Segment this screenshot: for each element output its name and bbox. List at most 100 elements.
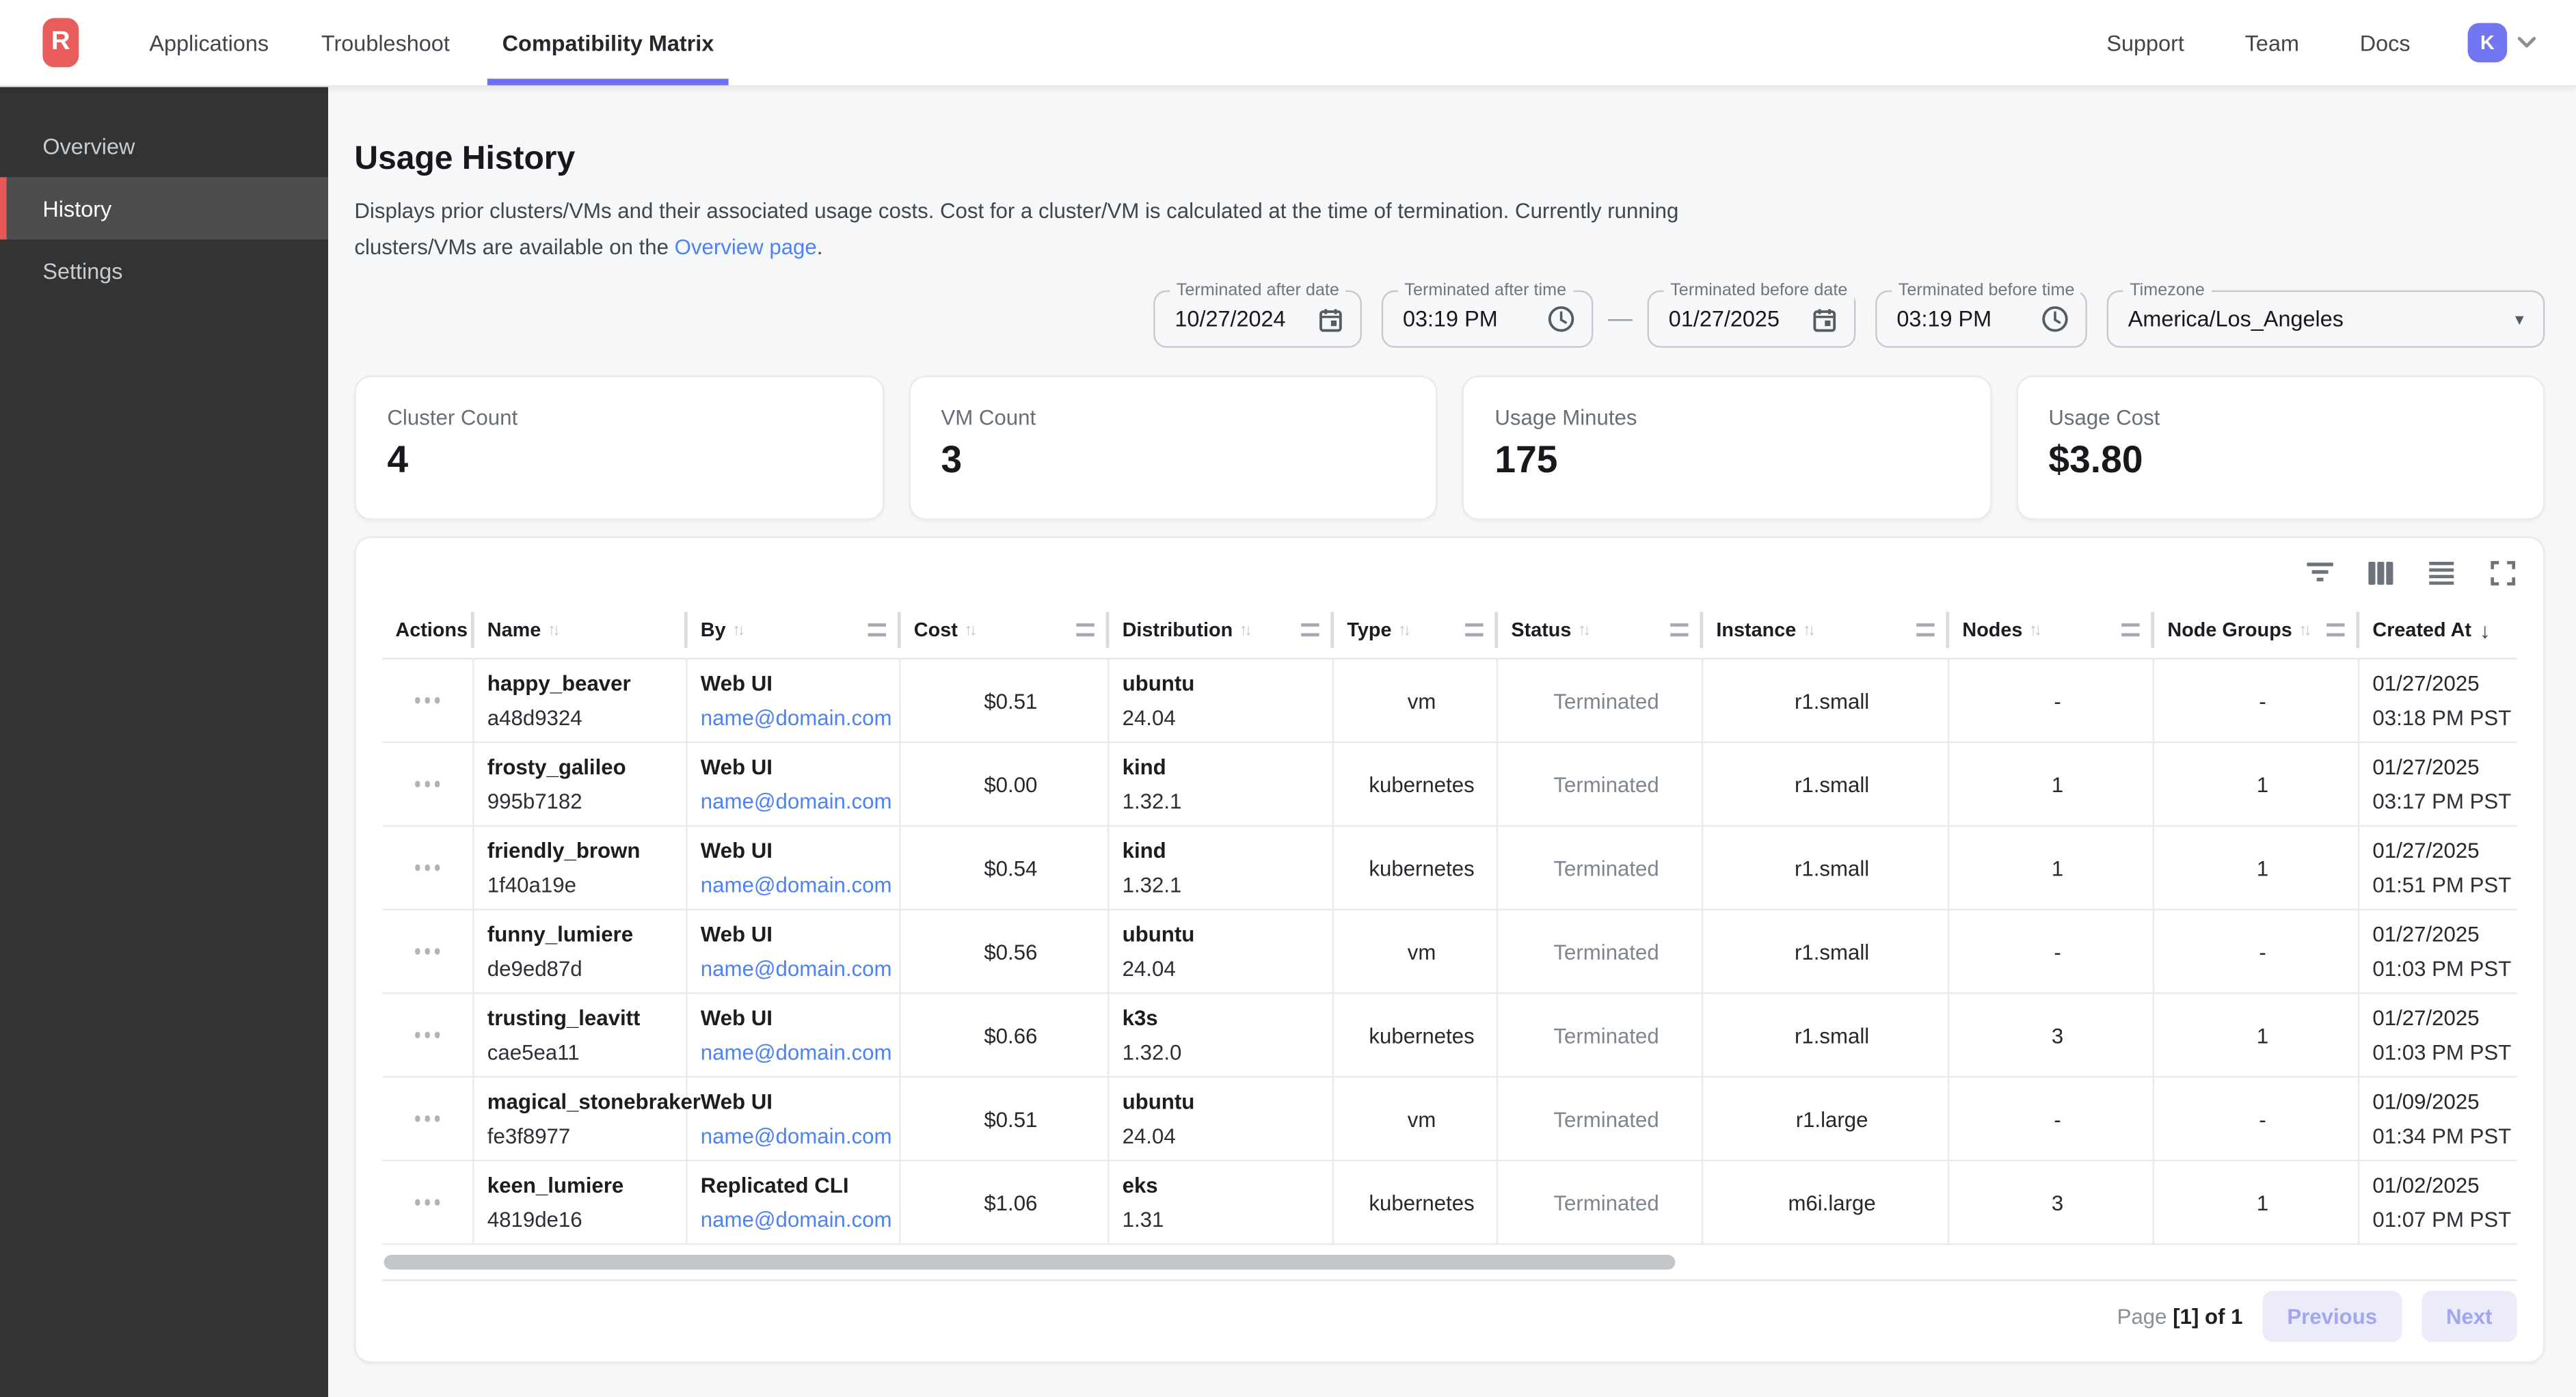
created-by-email-link[interactable]: name@domain.com: [701, 1035, 899, 1069]
terminated-before-date-input[interactable]: [1669, 307, 1801, 331]
cell-cost: $0.00: [901, 743, 1110, 825]
column-header-node-groups[interactable]: Node Groups ↑↓: [2154, 602, 2359, 658]
distribution-version: 1.32.1: [1123, 868, 1332, 902]
distribution-name: ubuntu: [1123, 917, 1332, 951]
distribution-version: 24.04: [1123, 1119, 1332, 1153]
nav-item-troubleshoot[interactable]: Troubleshoot: [306, 0, 464, 85]
created-by-email-link[interactable]: name@domain.com: [701, 951, 899, 986]
fullscreen-icon[interactable]: [2487, 558, 2517, 587]
cell-node-groups: -: [2154, 1078, 2359, 1160]
row-actions-icon[interactable]: [395, 698, 472, 703]
terminated-after-date-input[interactable]: [1175, 307, 1307, 331]
column-header-name[interactable]: Name ↑↓: [474, 602, 688, 658]
column-header-by[interactable]: By ↑↓: [688, 602, 901, 658]
row-actions-icon[interactable]: [395, 1116, 472, 1122]
column-menu-icon[interactable]: [1301, 623, 1319, 636]
cell-nodes: -: [1949, 910, 2154, 992]
top-nav: R Applications Troubleshoot Compatibilit…: [0, 0, 2576, 87]
clock-icon[interactable]: [2041, 305, 2069, 333]
terminated-after-time-field[interactable]: Terminated after time: [1382, 290, 1594, 348]
terminated-after-time-input[interactable]: [1403, 307, 1538, 331]
nav-link-team[interactable]: Team: [2245, 30, 2299, 55]
nav-item-applications[interactable]: Applications: [135, 0, 284, 85]
created-by-email-link[interactable]: name@domain.com: [701, 701, 899, 735]
column-menu-icon[interactable]: [2121, 623, 2139, 636]
cell-name: keen_lumiere 4819de16: [474, 1161, 688, 1243]
page-current: [1] of 1: [2173, 1303, 2242, 1328]
column-header-distribution[interactable]: Distribution ↑↓: [1109, 602, 1334, 658]
sidebar-item-settings[interactable]: Settings: [0, 239, 328, 301]
column-header-status[interactable]: Status ↑↓: [1498, 602, 1703, 658]
created-by-email-link[interactable]: name@domain.com: [701, 868, 899, 902]
column-menu-icon[interactable]: [1670, 623, 1688, 636]
column-header-created-at[interactable]: Created At ↓: [2359, 602, 2517, 658]
sidebar-item-history[interactable]: History: [0, 177, 328, 239]
row-actions-icon[interactable]: [395, 781, 472, 787]
columns-icon[interactable]: [2366, 558, 2396, 587]
cell-created-at: 01/09/2025 01:34 PM PST: [2359, 1078, 2517, 1160]
cell-distribution: eks 1.31: [1109, 1161, 1334, 1243]
column-menu-icon[interactable]: [1916, 623, 1934, 636]
cell-created-at: 01/27/2025 01:51 PM PST: [2359, 827, 2517, 909]
calendar-icon[interactable]: [1317, 306, 1343, 332]
sidebar-item-overview[interactable]: Overview: [0, 115, 328, 177]
scrollbar-thumb[interactable]: [384, 1255, 1676, 1270]
terminated-after-date-field[interactable]: Terminated after date: [1153, 290, 1362, 348]
overview-page-link[interactable]: Overview page: [675, 234, 817, 259]
terminated-before-time-field[interactable]: Terminated before time: [1875, 290, 2087, 348]
created-by-source: Web UI: [701, 917, 899, 951]
column-menu-icon[interactable]: [2326, 623, 2344, 636]
column-menu-icon[interactable]: [1076, 623, 1094, 636]
table-row: funny_lumiere de9ed87d Web UI name@domai…: [382, 910, 2517, 994]
sort-icon: ↑↓: [1239, 621, 1249, 638]
nav-link-support[interactable]: Support: [2106, 30, 2184, 55]
cell-cost: $0.54: [901, 827, 1110, 909]
table-header-row: Actions Name ↑↓ By ↑↓: [382, 602, 2517, 660]
cluster-name: happy_beaver: [487, 666, 686, 700]
cell-instance: r1.large: [1703, 1078, 1949, 1160]
created-by-email-link[interactable]: name@domain.com: [701, 1119, 899, 1153]
field-label: Timezone: [2123, 280, 2212, 300]
column-menu-icon[interactable]: [868, 623, 886, 636]
replicated-logo[interactable]: R: [42, 18, 79, 67]
terminated-before-time-input[interactable]: [1896, 307, 2031, 331]
cluster-id: cae5ea11: [487, 1035, 686, 1069]
next-page-button[interactable]: Next: [2421, 1290, 2517, 1341]
nav-link-docs[interactable]: Docs: [2360, 30, 2411, 55]
calendar-icon[interactable]: [1812, 306, 1838, 332]
distribution-version: 1.31: [1123, 1202, 1332, 1236]
nav-item-compatibility-matrix[interactable]: Compatibility Matrix: [487, 0, 729, 85]
cluster-id: fe3f8977: [487, 1119, 686, 1153]
page-label: Page: [2117, 1303, 2167, 1328]
cell-node-groups: 1: [2154, 827, 2359, 909]
cell-created-at: 01/02/2025 01:07 PM PST: [2359, 1161, 2517, 1243]
column-label: Type: [1347, 619, 1391, 642]
chevron-down-icon[interactable]: [2517, 36, 2537, 49]
cell-type: kubernetes: [1334, 994, 1498, 1076]
terminated-before-date-field[interactable]: Terminated before date: [1648, 290, 1856, 348]
cell-by: Web UI name@domain.com: [688, 827, 901, 909]
row-actions-icon[interactable]: [395, 865, 472, 870]
column-menu-icon[interactable]: [1465, 623, 1483, 636]
created-by-email-link[interactable]: name@domain.com: [701, 1202, 899, 1236]
column-header-nodes[interactable]: Nodes ↑↓: [1949, 602, 2154, 658]
column-header-cost[interactable]: Cost ↑↓: [901, 602, 1110, 658]
row-actions-icon[interactable]: [395, 1199, 472, 1205]
previous-page-button[interactable]: Previous: [2262, 1290, 2402, 1341]
filter-icon[interactable]: [2305, 558, 2335, 587]
cell-cost: $1.06: [901, 1161, 1110, 1243]
field-label: Terminated before date: [1664, 280, 1854, 300]
density-icon[interactable]: [2427, 558, 2456, 587]
nav-item-label: Applications: [149, 30, 269, 55]
created-time: 03:17 PM PST: [2372, 784, 2517, 818]
column-header-instance[interactable]: Instance ↑↓: [1703, 602, 1949, 658]
column-header-type[interactable]: Type ↑↓: [1334, 602, 1498, 658]
created-by-email-link[interactable]: name@domain.com: [701, 784, 899, 818]
clock-icon[interactable]: [1547, 305, 1575, 333]
timezone-select[interactable]: Timezone America/Los_Angeles ▼: [2107, 290, 2545, 348]
created-by-source: Replicated CLI: [701, 1168, 899, 1202]
row-actions-icon[interactable]: [395, 949, 472, 954]
avatar[interactable]: K: [2468, 23, 2508, 63]
cell-name: frosty_galileo 995b7182: [474, 743, 688, 825]
row-actions-icon[interactable]: [395, 1032, 472, 1037]
